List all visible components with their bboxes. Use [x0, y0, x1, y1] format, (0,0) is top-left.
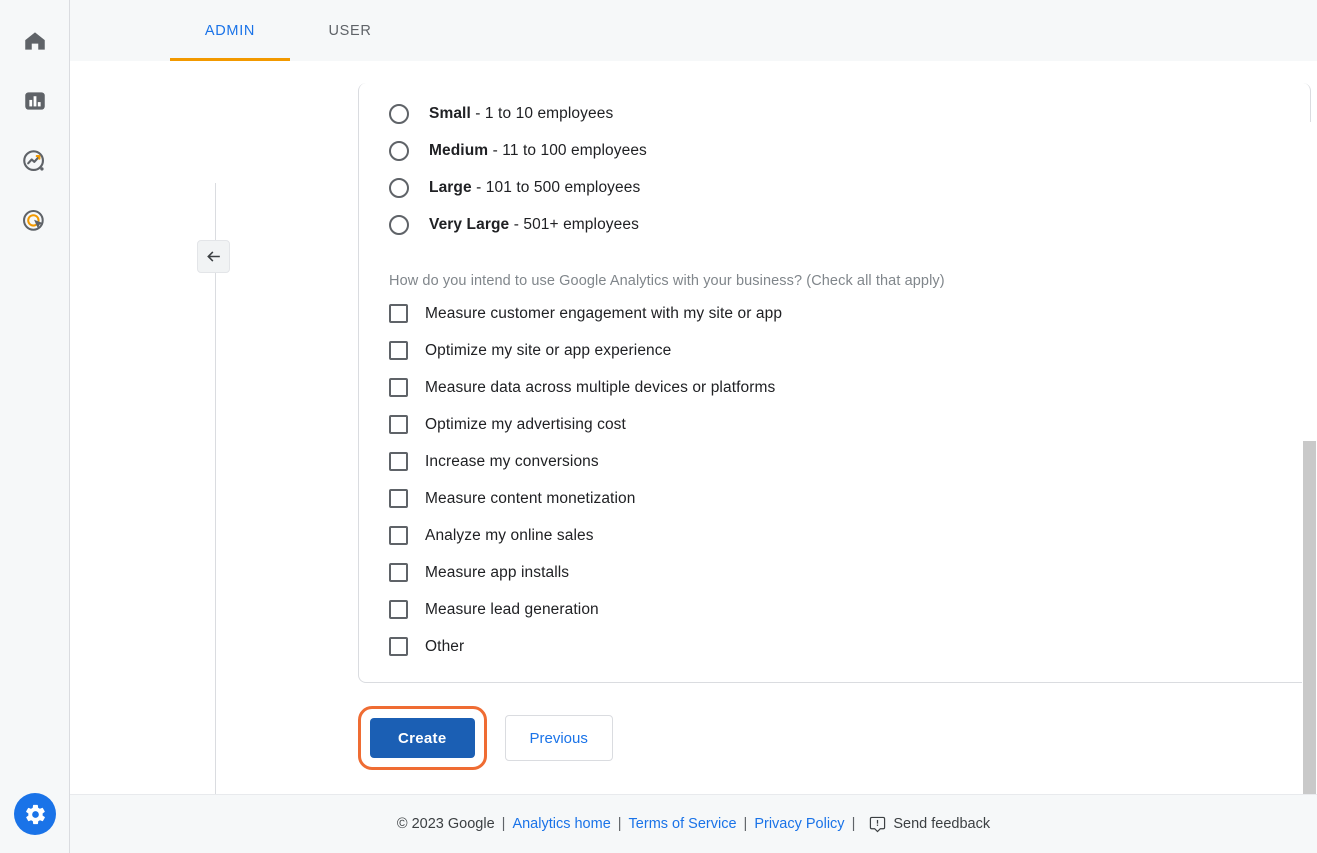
- scrollbar-thumb[interactable]: [1303, 441, 1316, 794]
- send-feedback-label: Send feedback: [893, 816, 991, 832]
- radio-option-medium-label: Medium - 11 to 100 employees: [429, 142, 647, 160]
- previous-button[interactable]: Previous: [504, 715, 613, 761]
- checkbox-label: Measure app installs: [425, 563, 570, 581]
- footer-link-terms-of-service[interactable]: Terms of Service: [629, 816, 737, 832]
- footer-copyright: © 2023 Google: [396, 816, 495, 832]
- home-icon: [24, 32, 45, 50]
- radio-option-large-rest: - 101 to 500 employees: [471, 178, 641, 196]
- checkbox-row-measure-customer-engagement[interactable]: Measure customer engagement with my site…: [389, 295, 1280, 332]
- footer-separator: |: [501, 816, 506, 832]
- page-body: Small - 1 to 10 employees Medium - 11 to…: [70, 61, 1317, 794]
- arrow-left-icon: [207, 251, 220, 262]
- gear-icon: [25, 804, 45, 824]
- radio-option-medium-rest: - 11 to 100 employees: [488, 141, 647, 159]
- bar-chart-icon: [24, 92, 45, 110]
- checkbox-icon[interactable]: [389, 341, 408, 360]
- tab-bar: ADMIN USER: [70, 0, 1317, 61]
- tab-user-label: USER: [328, 22, 372, 39]
- radio-option-very-large-rest: - 501+ employees: [509, 215, 639, 233]
- radio-option-very-large-label: Very Large - 501+ employees: [429, 216, 639, 234]
- advertising-target-icon: [23, 209, 44, 231]
- rail-bottom-section: [0, 793, 70, 835]
- checkbox-icon[interactable]: [389, 526, 408, 545]
- send-feedback-button[interactable]: Send feedback: [862, 816, 990, 833]
- checkbox-label: Optimize my site or app experience: [425, 341, 672, 359]
- checkbox-row-measure-content-monetization[interactable]: Measure content monetization: [389, 480, 1280, 517]
- analytics-admin-page: ADMIN USER Small - 1 to 10 employees Med…: [0, 0, 1317, 853]
- checkbox-icon[interactable]: [389, 378, 408, 397]
- checkbox-icon[interactable]: [389, 452, 408, 471]
- main-column: ADMIN USER Small - 1 to 10 employees Med…: [70, 0, 1317, 853]
- footer-separator: |: [851, 816, 856, 832]
- radio-option-very-large-bold: Very Large: [429, 215, 510, 233]
- checkbox-label: Optimize my advertising cost: [425, 415, 626, 433]
- footer-link-privacy-policy[interactable]: Privacy Policy: [754, 816, 844, 832]
- radio-option-medium-bold: Medium: [429, 141, 489, 159]
- radio-circle-icon[interactable]: [389, 177, 409, 198]
- checkbox-row-measure-app-installs[interactable]: Measure app installs: [389, 554, 1280, 591]
- radio-circle-icon[interactable]: [389, 103, 409, 124]
- checkbox-row-measure-lead-generation[interactable]: Measure lead generation: [389, 591, 1280, 628]
- checkbox-icon[interactable]: [389, 304, 408, 323]
- form-actions: Create Previous: [358, 706, 613, 770]
- checkbox-icon[interactable]: [389, 637, 408, 656]
- checkbox-icon[interactable]: [389, 600, 408, 619]
- radio-option-small[interactable]: Small - 1 to 10 employees: [389, 95, 1280, 132]
- radio-option-large-bold: Large: [429, 178, 472, 196]
- checkbox-row-measure-across-devices[interactable]: Measure data across multiple devices or …: [389, 369, 1280, 406]
- radio-option-medium[interactable]: Medium - 11 to 100 employees: [389, 132, 1280, 169]
- checkbox-label: Measure data across multiple devices or …: [425, 378, 776, 396]
- sidebar-item-reports[interactable]: [16, 82, 54, 120]
- checkbox-icon[interactable]: [389, 489, 408, 508]
- page-footer: © 2023 Google | Analytics home | Terms o…: [70, 794, 1317, 853]
- collapse-back-button[interactable]: [197, 240, 230, 273]
- checkbox-row-optimize-advertising-cost[interactable]: Optimize my advertising cost: [389, 406, 1280, 443]
- tab-admin-label: ADMIN: [204, 22, 256, 39]
- radio-option-very-large[interactable]: Very Large - 501+ employees: [389, 206, 1280, 243]
- radio-option-large[interactable]: Large - 101 to 500 employees: [389, 169, 1280, 206]
- checkbox-row-other[interactable]: Other: [389, 628, 1280, 665]
- sidebar-item-explore[interactable]: [16, 142, 54, 180]
- intent-question-label: How do you intend to use Google Analytic…: [389, 273, 945, 289]
- checkbox-label: Measure lead generation: [425, 600, 599, 618]
- feedback-icon: [870, 816, 886, 832]
- create-button[interactable]: Create: [370, 718, 475, 758]
- radio-option-small-bold: Small: [429, 104, 471, 122]
- business-size-radio-group: Small - 1 to 10 employees Medium - 11 to…: [389, 83, 1280, 243]
- radio-option-small-rest: - 1 to 10 employees: [470, 104, 614, 122]
- footer-link-analytics-home[interactable]: Analytics home: [512, 816, 610, 832]
- checkbox-label: Measure content monetization: [425, 489, 636, 507]
- footer-separator: |: [743, 816, 748, 832]
- sidebar-item-home[interactable]: [16, 22, 54, 60]
- radio-circle-icon[interactable]: [389, 140, 409, 161]
- checkbox-row-increase-conversions[interactable]: Increase my conversions: [389, 443, 1280, 480]
- checkbox-row-optimize-site-experience[interactable]: Optimize my site or app experience: [389, 332, 1280, 369]
- tab-user[interactable]: USER: [290, 0, 410, 61]
- tab-admin[interactable]: ADMIN: [170, 0, 290, 61]
- collapse-rail-line: [215, 183, 216, 794]
- left-nav-rail: [0, 0, 70, 853]
- sidebar-item-advertising[interactable]: [16, 202, 54, 240]
- intent-checkbox-group: Measure customer engagement with my site…: [389, 295, 1280, 665]
- setup-form-card: Small - 1 to 10 employees Medium - 11 to…: [358, 83, 1311, 683]
- checkbox-icon[interactable]: [389, 415, 408, 434]
- radio-circle-icon[interactable]: [389, 214, 409, 235]
- checkbox-icon[interactable]: [389, 563, 408, 582]
- radio-option-large-label: Large - 101 to 500 employees: [429, 179, 640, 197]
- footer-separator: |: [617, 816, 622, 832]
- explore-trend-icon: [23, 149, 45, 171]
- radio-option-small-label: Small - 1 to 10 employees: [429, 105, 613, 123]
- rail-icon-list: [0, 0, 69, 240]
- checkbox-label: Measure customer engagement with my site…: [425, 304, 783, 322]
- checkbox-label: Analyze my online sales: [425, 526, 594, 544]
- checkbox-label: Increase my conversions: [425, 452, 599, 470]
- create-button-highlight: Create: [358, 706, 487, 770]
- form-content: Small - 1 to 10 employees Medium - 11 to…: [359, 83, 1310, 665]
- checkbox-row-analyze-online-sales[interactable]: Analyze my online sales: [389, 517, 1280, 554]
- checkbox-label: Other: [425, 637, 465, 655]
- sidebar-item-admin[interactable]: [14, 793, 56, 835]
- vertical-scrollbar[interactable]: [1302, 122, 1317, 794]
